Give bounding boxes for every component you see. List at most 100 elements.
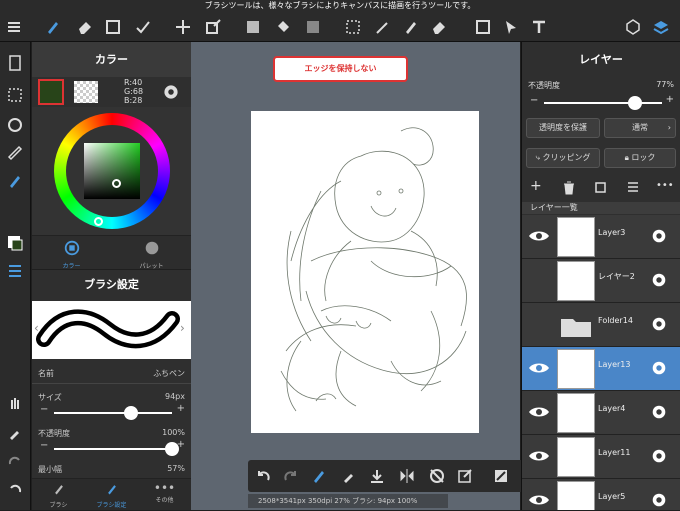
layer-row[interactable]: Layer11 <box>522 435 680 479</box>
save-icon[interactable] <box>368 467 386 485</box>
layer-thumbnail <box>557 217 595 257</box>
edge-keep-button[interactable]: エッジを保持しない <box>273 56 408 82</box>
page-icon[interactable] <box>4 52 26 74</box>
brush-opacity-value: 100% <box>162 428 185 437</box>
pen-eraser-icon[interactable] <box>310 467 328 485</box>
protect-alpha-button[interactable]: 透明度を保護 <box>526 118 600 138</box>
dots-tool-icon[interactable] <box>130 16 156 38</box>
select-pen-icon[interactable] <box>398 16 424 38</box>
sub-color-swatch[interactable] <box>74 81 98 103</box>
rotate-icon[interactable] <box>4 114 26 136</box>
minus-icon[interactable]: − <box>530 95 538 106</box>
drawing-canvas[interactable] <box>251 111 479 433</box>
bucket-tool-icon[interactable] <box>270 16 296 38</box>
eye-icon[interactable] <box>528 360 550 376</box>
brush-size-knob[interactable] <box>123 406 138 420</box>
minus-icon[interactable]: − <box>40 404 48 415</box>
color-toggle-icon[interactable] <box>4 232 26 254</box>
chevron-left-icon[interactable]: ‹ <box>34 321 39 335</box>
layer-row[interactable]: Layer4 <box>522 391 680 435</box>
eye-icon[interactable] <box>528 448 550 464</box>
gear-icon[interactable] <box>160 81 182 103</box>
plus-icon[interactable]: + <box>177 439 185 450</box>
redo-icon[interactable] <box>282 467 300 485</box>
gear-icon[interactable] <box>650 491 668 509</box>
minus-icon[interactable]: − <box>40 440 48 451</box>
tab-palette[interactable]: パレット <box>112 236 191 270</box>
gear-icon[interactable] <box>650 315 668 333</box>
layer-row[interactable]: Layer13 <box>522 347 680 391</box>
pen-icon[interactable] <box>4 170 26 192</box>
shape-tool-icon[interactable] <box>100 16 126 38</box>
hue-handle[interactable] <box>94 217 103 226</box>
duplicate-icon[interactable] <box>594 180 608 194</box>
lock-button[interactable]: 🔒︎ ロック <box>604 148 676 168</box>
select-eraser-icon[interactable] <box>426 16 452 38</box>
gradient-tool-icon[interactable] <box>300 16 326 38</box>
saturation-square[interactable] <box>84 143 140 199</box>
color-picker-handle[interactable] <box>112 179 121 188</box>
text-tool-icon[interactable] <box>526 16 552 38</box>
fill-layer-icon[interactable] <box>492 467 510 485</box>
add-layer-icon[interactable]: + <box>530 178 542 194</box>
brush-tool-icon[interactable] <box>40 16 66 38</box>
select-menu-icon[interactable] <box>4 84 26 106</box>
layer-row[interactable]: Folder14 <box>522 303 680 347</box>
eye-icon[interactable] <box>528 492 550 508</box>
magic-wand-icon[interactable] <box>370 16 396 38</box>
main-color-swatch[interactable] <box>38 79 64 105</box>
clipping-button[interactable]: ⤷ クリッピング <box>526 148 600 168</box>
brush-min-row: 最小幅 57% <box>32 462 191 476</box>
redo-icon[interactable] <box>4 450 26 472</box>
operation-tool-icon[interactable] <box>498 16 524 38</box>
gear-icon[interactable] <box>650 403 668 421</box>
tab-other[interactable]: ••• その他 <box>138 479 191 511</box>
plus-icon[interactable]: + <box>177 403 185 414</box>
tab-color[interactable]: カラー <box>32 236 111 270</box>
gear-icon[interactable] <box>650 447 668 465</box>
hand-icon[interactable] <box>4 392 26 414</box>
trash-icon[interactable] <box>562 180 576 195</box>
layer-list-icon[interactable] <box>4 260 26 282</box>
undo-icon[interactable] <box>4 478 26 500</box>
transform-tool-icon[interactable] <box>200 16 226 38</box>
list-icon[interactable] <box>626 179 640 193</box>
layer-row[interactable]: レイヤー2 <box>522 259 680 303</box>
material-icon[interactable] <box>620 16 646 38</box>
gear-icon[interactable] <box>650 359 668 377</box>
brush-opacity-slider[interactable] <box>54 448 172 450</box>
eye-icon[interactable] <box>528 404 550 420</box>
brush-size-slider[interactable] <box>54 412 172 414</box>
edit-icon[interactable] <box>456 467 474 485</box>
gear-icon[interactable] <box>650 227 668 245</box>
layer-opacity-knob[interactable] <box>627 96 642 110</box>
eyedropper-icon[interactable] <box>4 422 26 444</box>
fill-color-icon[interactable] <box>240 16 266 38</box>
layer-opacity-slider[interactable] <box>544 102 662 104</box>
select-tool-icon[interactable] <box>340 16 366 38</box>
chevron-right-icon: › <box>667 123 671 132</box>
more-icon[interactable]: ••• <box>656 180 674 191</box>
eyedropper-icon[interactable] <box>340 467 358 485</box>
menu-icon[interactable] <box>4 16 24 38</box>
gear-icon[interactable] <box>650 271 668 289</box>
ruler-icon[interactable] <box>4 142 26 164</box>
move-tool-icon[interactable] <box>170 16 196 38</box>
eraser-tool-icon[interactable] <box>72 16 98 38</box>
layer-row[interactable]: Layer5 <box>522 479 680 510</box>
eye-icon[interactable] <box>528 228 550 244</box>
tab-brush[interactable]: ブラシ <box>32 479 85 511</box>
chevron-right-icon[interactable]: › <box>180 321 185 335</box>
undo-icon[interactable] <box>254 467 272 485</box>
layer-panel-title: レイヤー <box>522 42 680 78</box>
layers-icon[interactable] <box>648 16 674 38</box>
frame-tool-icon[interactable] <box>470 16 496 38</box>
flip-icon[interactable] <box>398 467 416 485</box>
rotate-off-icon[interactable] <box>428 467 446 485</box>
tab-brush-label: ブラシ <box>49 502 68 509</box>
tab-brush-settings[interactable]: ブラシ設定 <box>85 479 138 511</box>
layer-row[interactable]: Layer3 <box>522 215 680 259</box>
blend-mode-button[interactable]: 通常 › <box>604 118 676 138</box>
plus-icon[interactable]: + <box>666 94 674 105</box>
brush-name-row[interactable]: 名前 ふちペン <box>32 364 191 384</box>
